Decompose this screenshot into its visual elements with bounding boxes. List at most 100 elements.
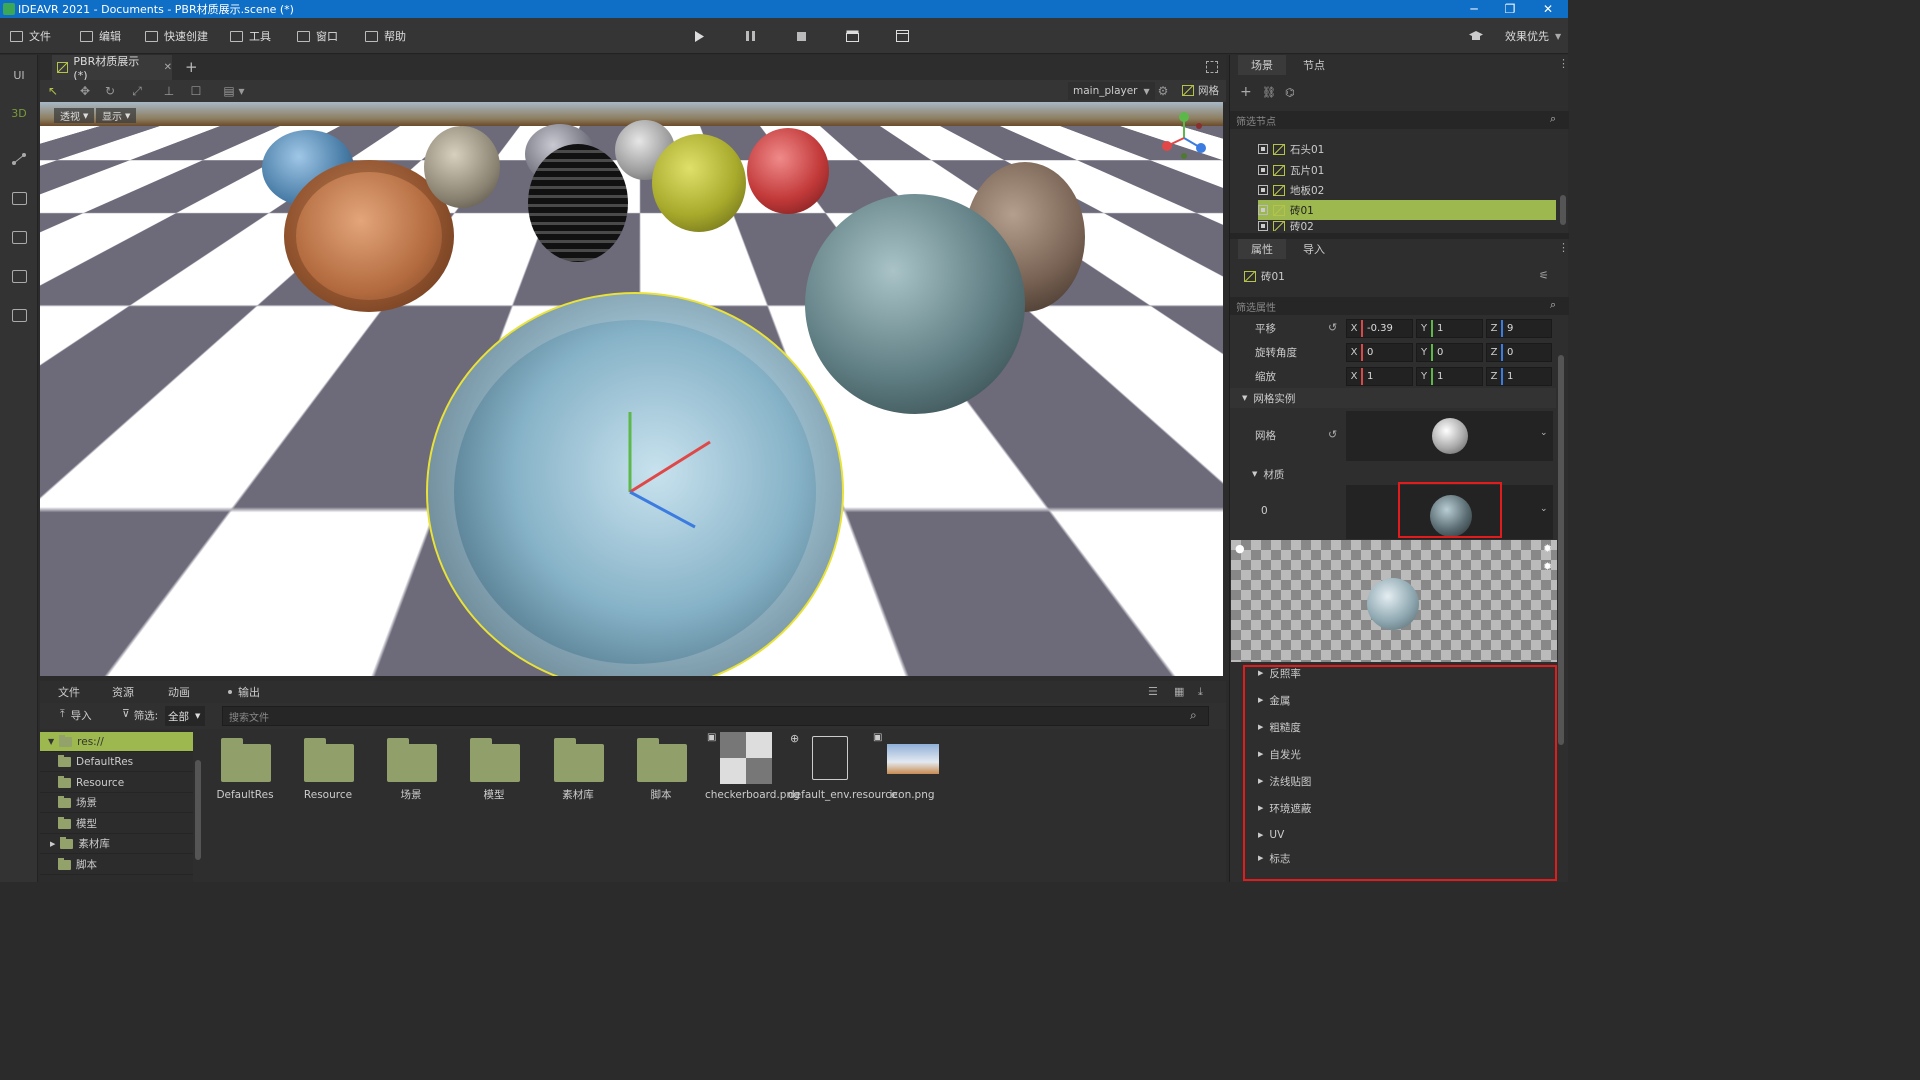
- tab-animation[interactable]: 动画: [168, 681, 190, 703]
- light-icon[interactable]: ●: [1235, 542, 1245, 555]
- tab-import[interactable]: 导入: [1294, 239, 1334, 259]
- search-icon[interactable]: ⌕: [1190, 708, 1197, 723]
- menu-help[interactable]: 帮助: [365, 18, 406, 54]
- tree-item-model[interactable]: 模型: [40, 814, 193, 834]
- ui-mode-button[interactable]: UI: [0, 63, 38, 87]
- menu-quick-create[interactable]: 快速创建: [145, 18, 208, 54]
- search-icon[interactable]: ⌕: [1550, 112, 1556, 126]
- visibility-checkbox[interactable]: [1258, 185, 1268, 195]
- material-section[interactable]: ▼ 材质: [1230, 464, 1556, 484]
- link-icon[interactable]: ⛓: [1262, 86, 1276, 99]
- move-tool-icon[interactable]: ✥: [77, 83, 93, 99]
- folder-scene-icon[interactable]: [387, 738, 437, 782]
- mesh-instance-section[interactable]: ▼ 网格实例: [1230, 388, 1556, 408]
- 3d-mode-button[interactable]: 3D: [0, 101, 38, 125]
- chevron-down-icon[interactable]: ⌄: [1540, 428, 1548, 438]
- pause-button[interactable]: [741, 27, 759, 45]
- menu-window[interactable]: 窗口: [297, 18, 338, 54]
- stop-button[interactable]: [792, 27, 810, 45]
- node-item[interactable]: 砖02: [1258, 221, 1556, 231]
- scale-z-field[interactable]: Z1: [1486, 367, 1552, 386]
- folder-script-icon[interactable]: [637, 738, 687, 782]
- folder-model-icon[interactable]: [470, 738, 520, 782]
- node-scrollbar[interactable]: [1560, 195, 1566, 225]
- fullscreen-icon[interactable]: [1206, 61, 1218, 73]
- orientation-gizmo[interactable]: [1159, 110, 1209, 160]
- visibility-checkbox[interactable]: [1258, 144, 1268, 154]
- tab-output[interactable]: 输出: [228, 681, 260, 703]
- display-dropdown[interactable]: 显示 ▼: [96, 108, 136, 123]
- red-material-ball[interactable]: [747, 128, 829, 214]
- view-mode-dropdown[interactable]: 透视 ▼: [54, 108, 94, 123]
- tab-properties[interactable]: 属性: [1238, 239, 1286, 259]
- select-tool-icon[interactable]: ↖: [45, 83, 61, 99]
- tree-item-script[interactable]: 脚本: [40, 855, 193, 875]
- reset-icon[interactable]: ↺: [1328, 428, 1337, 441]
- grid-toggle[interactable]: 网格: [1182, 83, 1219, 98]
- node-graph-button[interactable]: [0, 147, 38, 171]
- material-preview[interactable]: ● ✹ ✹: [1231, 540, 1557, 662]
- asset-button[interactable]: [0, 225, 38, 249]
- folder-material-lib-icon[interactable]: [554, 738, 604, 782]
- scale-tool-icon[interactable]: ⤢: [129, 83, 145, 99]
- player-select[interactable]: main_player ▼: [1068, 82, 1155, 100]
- stone-material-ball[interactable]: [424, 126, 500, 208]
- tab-files[interactable]: 文件: [58, 681, 80, 703]
- download-icon[interactable]: ⤓: [1198, 685, 1203, 699]
- publish-button[interactable]: [0, 303, 38, 327]
- node-filter-input[interactable]: 筛选节点: [1230, 111, 1569, 129]
- list-view-icon[interactable]: ☰: [1148, 685, 1158, 698]
- transform-gizmo[interactable]: [600, 402, 720, 532]
- more-menu-icon[interactable]: ⋮: [1558, 57, 1569, 70]
- tile-pattern-ball[interactable]: [805, 194, 1025, 414]
- restore-button[interactable]: ❐: [1492, 0, 1528, 18]
- 3d-viewport[interactable]: 透视 ▼ 显示 ▼: [40, 102, 1223, 676]
- file-search-input[interactable]: 搜索文件: [222, 706, 1209, 726]
- tree-scrollbar[interactable]: [195, 760, 201, 860]
- render-quality-dropdown[interactable]: 效果优先 ▼: [1505, 18, 1561, 54]
- node-item-selected[interactable]: 砖01: [1258, 200, 1556, 220]
- chevron-down-icon[interactable]: ⌄: [1540, 504, 1548, 514]
- tree-item-resource[interactable]: Resource: [40, 773, 193, 793]
- object-settings-icon[interactable]: ⚟: [1539, 269, 1549, 282]
- translation-z-field[interactable]: Z9: [1486, 319, 1552, 338]
- tree-item-material-lib[interactable]: ▶ 素材库: [40, 834, 193, 854]
- tab-pbr-scene[interactable]: PBR材质展示(*) ✕: [52, 55, 172, 80]
- play-button[interactable]: [690, 27, 708, 45]
- snap-tool-icon[interactable]: ☐: [188, 83, 204, 99]
- rotation-y-field[interactable]: Y0: [1416, 343, 1483, 362]
- add-node-icon[interactable]: +: [1240, 84, 1252, 100]
- tree-item-defaultres[interactable]: DefaultRes: [40, 752, 193, 772]
- translation-y-field[interactable]: Y1: [1416, 319, 1483, 338]
- menu-tools[interactable]: 工具: [230, 18, 271, 54]
- moss-material-ball[interactable]: [652, 134, 746, 232]
- folder-defaultres-icon[interactable]: [221, 738, 271, 782]
- pivot-tool-icon[interactable]: ⊥: [161, 83, 177, 99]
- export-button[interactable]: [0, 264, 38, 288]
- rotation-z-field[interactable]: Z0: [1486, 343, 1552, 362]
- scale-y-field[interactable]: Y1: [1416, 367, 1483, 386]
- sun-icon[interactable]: ✹: [1543, 542, 1552, 555]
- visibility-checkbox[interactable]: [1258, 165, 1268, 175]
- tree-item-scene[interactable]: 场景: [40, 793, 193, 813]
- translation-x-field[interactable]: X -0.39: [1346, 319, 1413, 338]
- close-tab-button[interactable]: ✕: [164, 62, 172, 73]
- tab-node[interactable]: 节点: [1294, 55, 1334, 75]
- property-filter-input[interactable]: 筛选属性: [1230, 297, 1569, 315]
- node-item[interactable]: 石头01: [1258, 139, 1556, 159]
- visibility-checkbox[interactable]: [1258, 221, 1268, 231]
- scene-run-button[interactable]: [843, 27, 861, 45]
- resource-file-icon[interactable]: [812, 736, 848, 780]
- sun-alt-icon[interactable]: ✹: [1543, 560, 1552, 573]
- import-button[interactable]: ⤒ 导入: [60, 708, 92, 723]
- black-grille-ball[interactable]: [528, 144, 628, 262]
- custom-run-button[interactable]: [893, 27, 911, 45]
- checkerboard-thumbnail[interactable]: [720, 732, 772, 784]
- graduation-cap-button[interactable]: [1467, 27, 1485, 45]
- menu-file[interactable]: 文件: [10, 18, 51, 54]
- grid-view-icon[interactable]: ▦: [1174, 685, 1184, 698]
- rotate-tool-icon[interactable]: ↻: [102, 83, 118, 99]
- tab-scene[interactable]: 场景: [1238, 55, 1286, 75]
- scale-x-field[interactable]: X1: [1346, 367, 1413, 386]
- more-menu-icon[interactable]: ⋮: [1558, 241, 1569, 254]
